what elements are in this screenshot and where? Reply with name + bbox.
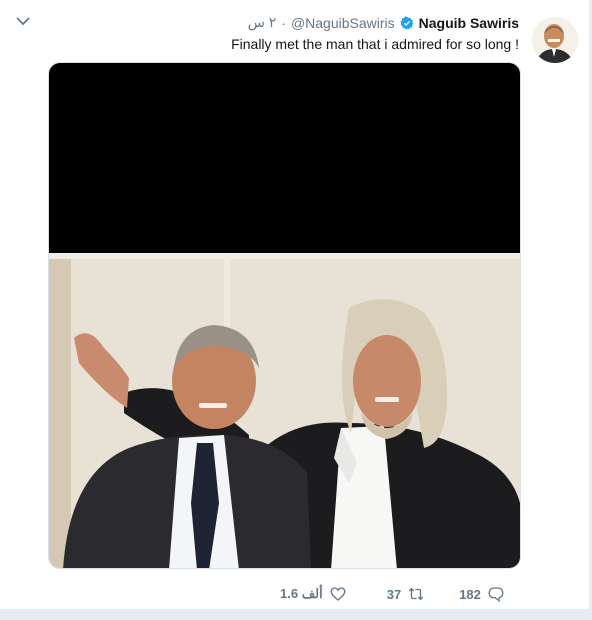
retweet-button[interactable]: 37: [387, 585, 425, 603]
retweet-icon: [408, 587, 424, 601]
avatar[interactable]: [532, 17, 578, 63]
reply-icon: [488, 587, 504, 603]
tweet-time[interactable]: ٢ س: [248, 14, 277, 31]
reply-count: 182: [459, 586, 481, 602]
reply-button[interactable]: 182: [459, 585, 505, 603]
author-name[interactable]: Naguib Sawiris: [419, 15, 519, 31]
verified-badge-icon: [400, 15, 414, 30]
tweet-header: ٢ س · @NaguibSawiris Naguib Sawiris: [248, 14, 519, 31]
like-button[interactable]: 1.6 ألف: [280, 585, 347, 603]
like-count: 1.6 ألف: [280, 586, 323, 601]
separator-dot: ·: [281, 14, 286, 31]
chevron-down-icon[interactable]: [14, 14, 32, 28]
author-handle[interactable]: @NaguibSawiris: [291, 15, 395, 31]
tweet-card: ٢ س · @NaguibSawiris Naguib Sawiris Fina…: [0, 0, 590, 610]
tweet-photo[interactable]: [48, 62, 521, 569]
tweet-actions: 1.6 ألف 37 182: [280, 584, 505, 604]
retweet-count: 37: [386, 586, 402, 602]
heart-icon: [330, 587, 346, 601]
tweet-text: Finally met the man that i admired for s…: [231, 36, 519, 52]
